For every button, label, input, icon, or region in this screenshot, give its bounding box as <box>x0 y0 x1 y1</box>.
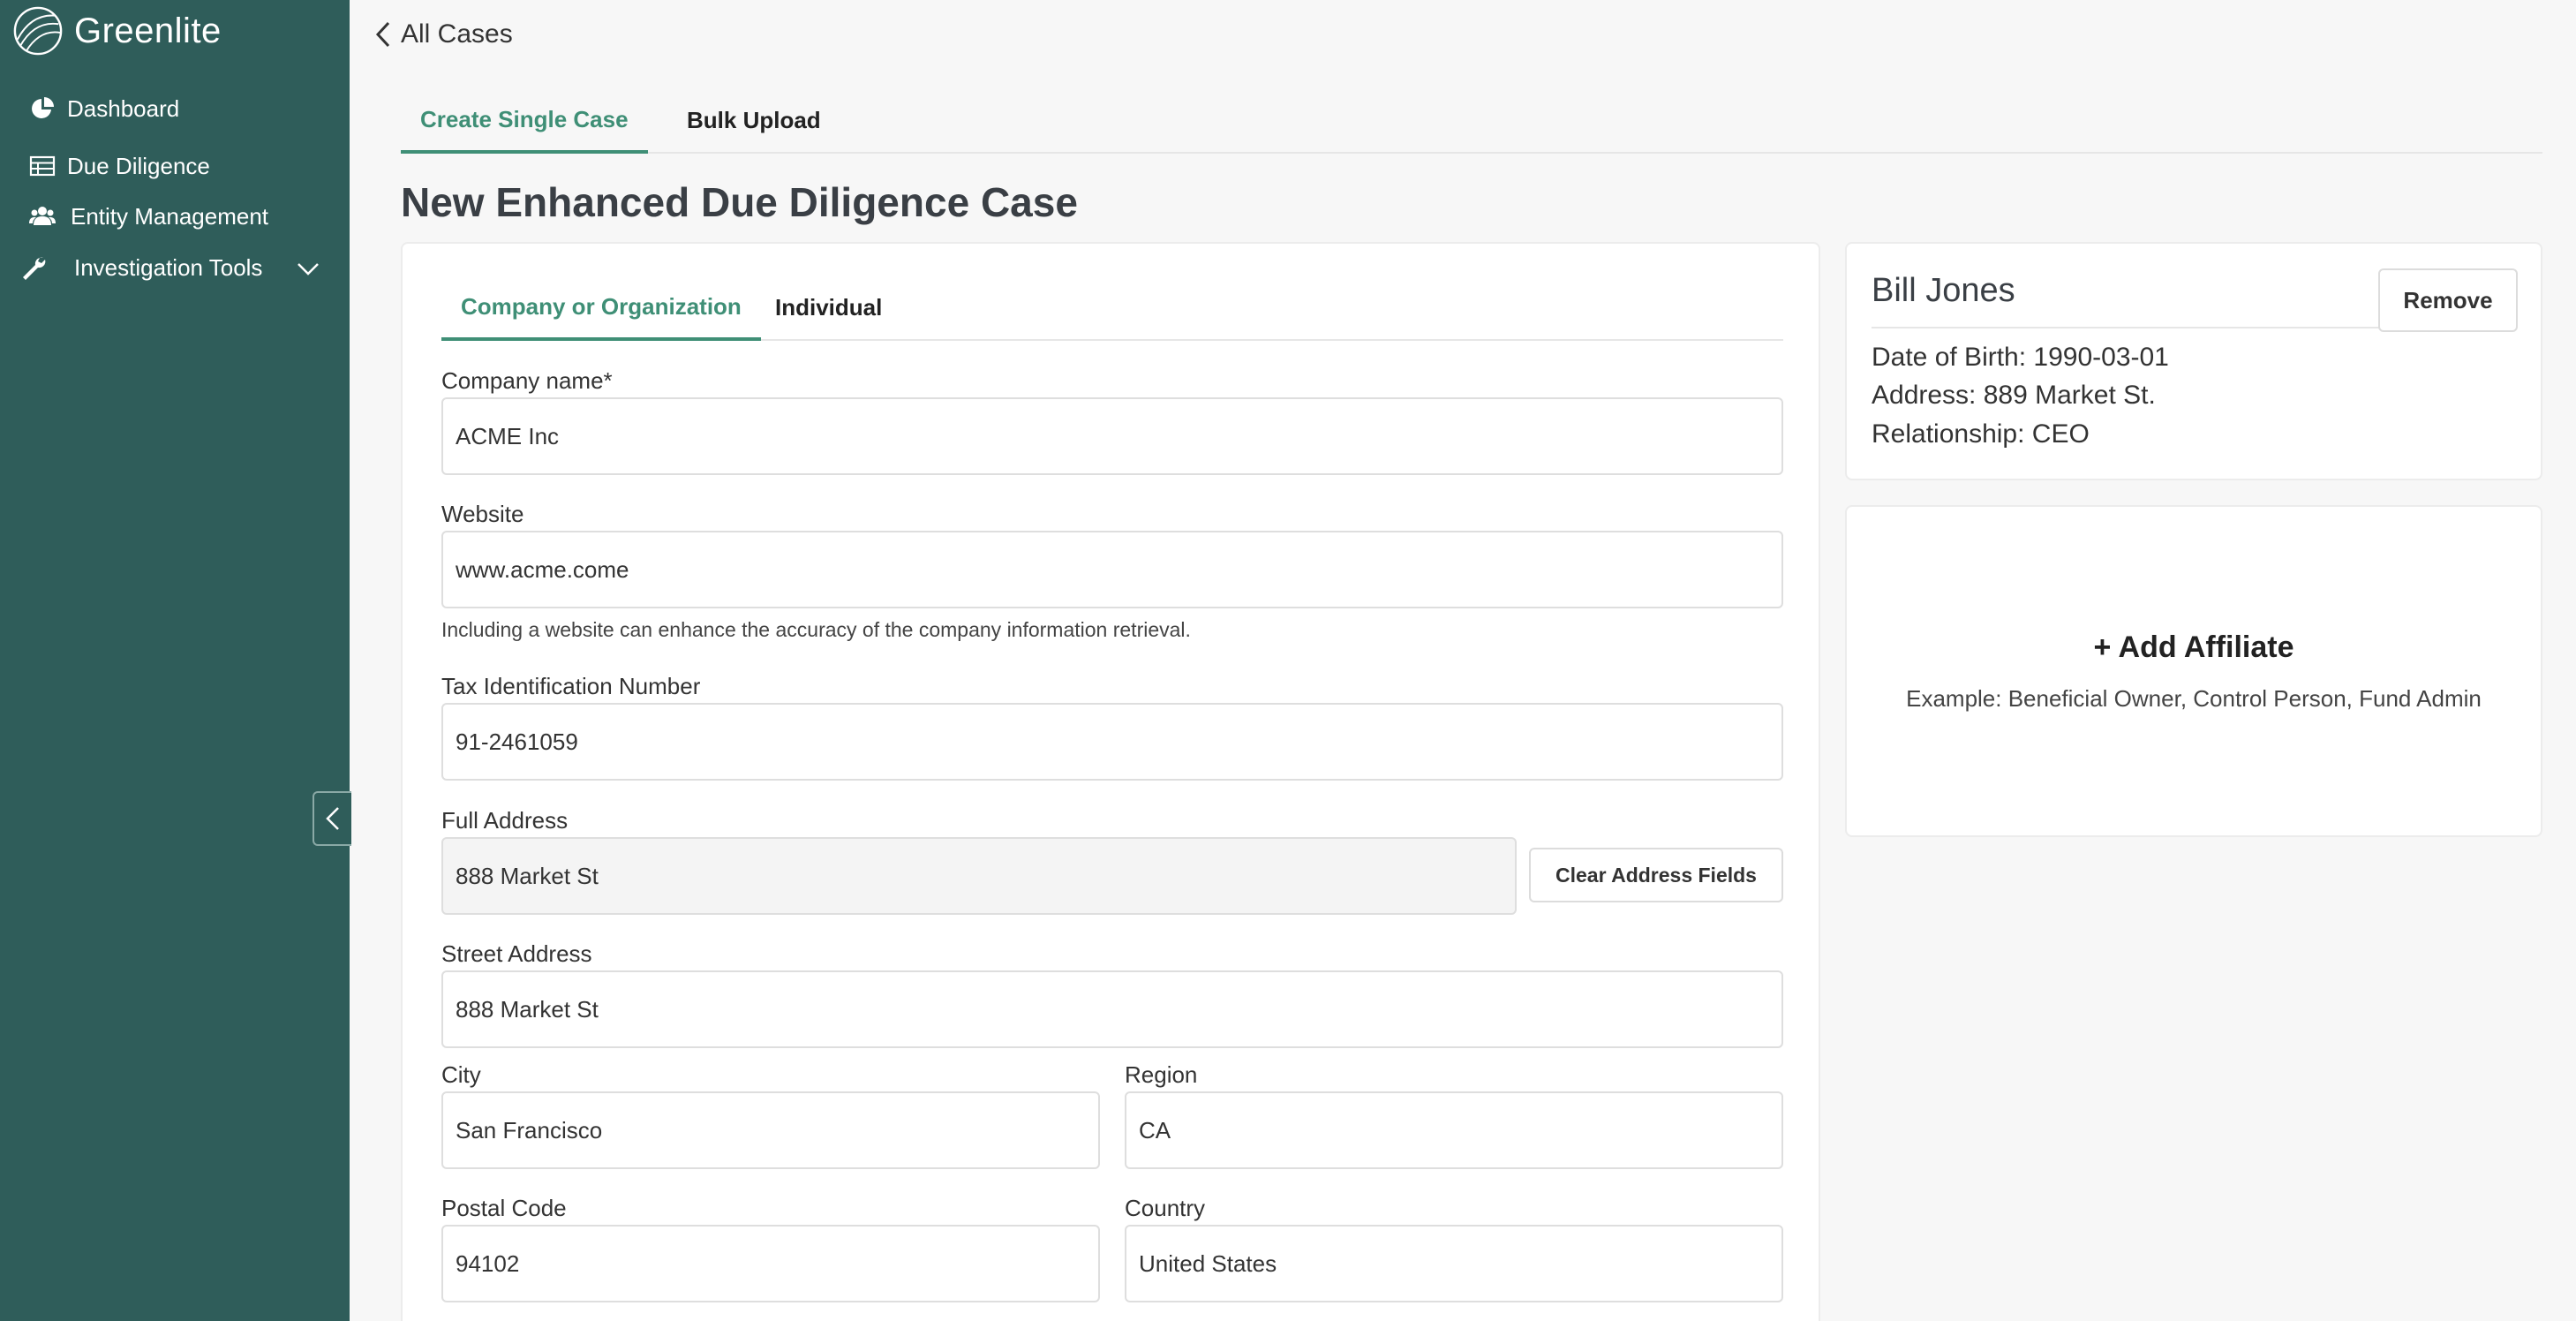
affiliate-date-of-birth: Date of Birth: 1990-03-01 <box>1872 343 2169 372</box>
tab-individual[interactable]: Individual <box>756 276 901 339</box>
affiliate-relationship: Relationship: CEO <box>1872 419 2090 449</box>
tax-id-label: Tax Identification Number <box>441 673 701 699</box>
full-address-input[interactable]: 888 Market St <box>441 837 1517 915</box>
table-icon <box>26 150 58 182</box>
full-address-label: Full Address <box>441 807 569 834</box>
add-affiliate-title[interactable]: + Add Affiliate <box>1847 630 2541 665</box>
sidebar-item-investigation-tools[interactable]: Investigation Tools <box>0 245 350 291</box>
postal-code-label: Postal Code <box>441 1195 567 1221</box>
street-address-input[interactable]: 888 Market St <box>441 970 1783 1048</box>
sidebar-item-label: Investigation Tools <box>74 253 263 281</box>
affiliate-name: Bill Jones <box>1872 272 2015 309</box>
tab-company-or-organization[interactable]: Company or Organization <box>441 276 761 341</box>
affiliate-card: Bill Jones Remove Date of Birth: 1990-03… <box>1845 242 2542 480</box>
case-type-tabs: Create Single Case Bulk Upload <box>401 88 2542 154</box>
sidebar-item-label: Due Diligence <box>67 152 210 179</box>
back-link-label: All Cases <box>401 19 513 49</box>
brand-name: Greenlite <box>74 11 222 50</box>
users-icon <box>26 200 58 232</box>
wrench-icon <box>18 252 49 283</box>
case-form-card: Company or Organization Individual Compa… <box>401 242 1820 1321</box>
region-label: Region <box>1125 1061 1198 1088</box>
add-affiliate-card[interactable]: + Add Affiliate Example: Beneficial Owne… <box>1845 505 2542 837</box>
sidebar-collapse-button[interactable] <box>313 791 351 846</box>
tab-bulk-upload[interactable]: Bulk Upload <box>667 88 840 152</box>
back-to-all-cases-link[interactable]: All Cases <box>374 19 513 49</box>
clear-address-fields-button[interactable]: Clear Address Fields <box>1529 848 1783 902</box>
tab-create-single-case[interactable]: Create Single Case <box>401 88 648 154</box>
sidebar: Greenlite Dashboard Due Diligence Entity… <box>0 0 351 1321</box>
add-affiliate-example: Example: Beneficial Owner, Control Perso… <box>1906 685 2482 712</box>
tax-id-input[interactable]: 91-2461059 <box>441 703 1783 781</box>
divider <box>1872 327 2382 328</box>
pie-chart-icon <box>26 93 58 125</box>
greenlite-logo-icon <box>13 6 63 56</box>
city-input[interactable]: San Francisco <box>441 1091 1100 1169</box>
website-input[interactable]: www.acme.come <box>441 531 1783 608</box>
postal-code-input[interactable]: 94102 <box>441 1225 1100 1302</box>
city-label: City <box>441 1061 481 1088</box>
sidebar-item-dashboard[interactable]: Dashboard <box>0 86 350 132</box>
affiliate-address: Address: 889 Market St. <box>1872 381 2156 410</box>
sidebar-item-label: Entity Management <box>71 202 269 230</box>
brand-logo[interactable]: Greenlite <box>12 5 222 57</box>
region-input[interactable]: CA <box>1125 1091 1783 1169</box>
chevron-down-icon[interactable] <box>295 255 321 282</box>
sidebar-item-entity-management[interactable]: Entity Management <box>0 193 350 239</box>
chevron-left-icon <box>375 21 390 48</box>
page-title: New Enhanced Due Diligence Case <box>401 179 1078 225</box>
country-label: Country <box>1125 1195 1206 1221</box>
website-label: Website <box>441 501 524 527</box>
street-address-label: Street Address <box>441 940 592 967</box>
website-helper-text: Including a website can enhance the accu… <box>441 618 1191 641</box>
chevron-left-icon <box>326 807 339 830</box>
company-name-label: Company name* <box>441 367 613 394</box>
sidebar-item-due-diligence[interactable]: Due Diligence <box>0 143 350 189</box>
sidebar-item-label: Dashboard <box>67 94 180 122</box>
country-input[interactable]: United States <box>1125 1225 1783 1302</box>
company-name-input[interactable]: ACME Inc <box>441 397 1783 475</box>
entity-type-tabs: Company or Organization Individual <box>441 276 1783 341</box>
remove-affiliate-button[interactable]: Remove <box>2378 268 2518 332</box>
